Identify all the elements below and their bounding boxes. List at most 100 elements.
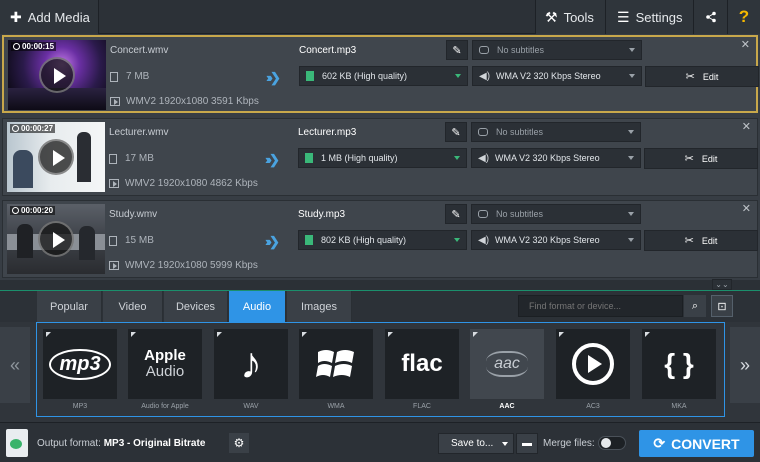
source-size: 17 MB (109, 153, 154, 164)
media-item-lecturer[interactable]: 00:00:27 Lecturer.wmv 17 MB WMV2 1920x10… (2, 118, 758, 196)
video-thumbnail[interactable]: 00:00:27 (7, 122, 105, 192)
save-to-dropdown[interactable]: Save to... (438, 433, 514, 454)
format-mka[interactable]: { } MKA (642, 329, 716, 417)
output-size-dropdown[interactable]: 602 KB (High quality) (299, 66, 468, 86)
video-thumbnail[interactable]: 00:00:20 (7, 204, 105, 274)
source-info: WMV2 1920x1080 4862 Kbps (109, 178, 258, 189)
audio-track-dropdown[interactable]: ◀) WMA V2 320 Kbps Stereo (471, 230, 641, 250)
share-icon (705, 11, 716, 23)
tab-audio[interactable]: Audio (229, 291, 286, 323)
device-search-icon: ⊡ (717, 300, 727, 313)
pencil-icon: ✎ (451, 208, 461, 221)
chevron-down-icon (628, 238, 634, 242)
double-chevron-down-icon: ⌄⌄ (715, 280, 729, 289)
chevron-down-icon (455, 74, 461, 78)
curly-braces-icon: { } (642, 329, 716, 399)
format-mp3[interactable]: mp3 MP3 (43, 329, 117, 417)
video-thumbnail[interactable]: 00:00:15 (8, 40, 106, 110)
folder-icon: ▬ (522, 438, 532, 449)
settings-button[interactable]: ☰ Settings (605, 0, 693, 34)
tab-devices[interactable]: Devices (164, 291, 228, 323)
tab-popular[interactable]: Popular (37, 291, 102, 323)
flac-icon: flac (385, 329, 459, 399)
help-button[interactable]: ? (727, 0, 760, 34)
edit-button[interactable]: ✂ Edit (645, 66, 759, 87)
format-wma[interactable]: WMA (299, 329, 373, 417)
scissors-icon: ✂ (685, 71, 695, 83)
output-filename[interactable]: Study.mp3 (298, 209, 345, 220)
tools-label: Tools (563, 9, 594, 25)
tab-video[interactable]: Video (103, 291, 163, 323)
play-button[interactable] (38, 221, 74, 257)
file-size-icon (306, 71, 314, 81)
format-audio-for-apple[interactable]: Apple Audio Audio for Apple (128, 329, 202, 417)
plus-icon: ✚ (10, 8, 22, 25)
chevron-down-icon (628, 156, 634, 160)
subtitles-icon (478, 128, 488, 136)
audio-track-dropdown[interactable]: ◀) WMA V2 320 Kbps Stereo (471, 148, 641, 168)
rename-button[interactable]: ✎ (446, 40, 468, 60)
scroll-right-button[interactable]: » (730, 327, 760, 403)
collapse-panel-button[interactable]: ⌄⌄ (712, 279, 732, 290)
output-format-label: Output format: (37, 438, 101, 449)
format-search-input[interactable] (518, 295, 683, 317)
output-filename[interactable]: Lecturer.mp3 (298, 127, 356, 138)
share-button[interactable] (693, 0, 727, 34)
output-size-dropdown[interactable]: 1 MB (High quality) (298, 148, 467, 168)
chevron-down-icon (454, 238, 460, 242)
play-button[interactable] (39, 57, 75, 93)
format-category-bar: Popular Video Devices Audio Images ⌕ ⊡ (0, 290, 760, 323)
open-folder-button[interactable]: ▬ (516, 433, 538, 454)
detect-device-button[interactable]: ⊡ (711, 295, 733, 317)
source-size: 7 MB (110, 71, 149, 82)
format-ac3[interactable]: AC3 (556, 329, 630, 417)
format-label: MKA (671, 403, 687, 410)
format-aac[interactable]: aac AAC (470, 329, 544, 417)
output-format: Output format: MP3 - Original Bitrate (37, 438, 205, 449)
source-info: WMV2 1920x1080 3591 Kbps (110, 96, 259, 107)
format-panel: mp3 MP3 Apple Audio Audio for Apple ♪ WAV… (36, 322, 725, 417)
tools-button[interactable]: ⚒ Tools (535, 0, 605, 34)
convert-button[interactable]: ⟳ CONVERT (639, 430, 754, 457)
rename-button[interactable]: ✎ (445, 122, 467, 142)
bottom-bar: Output format: MP3 - Original Bitrate ⚙ … (0, 422, 760, 462)
scroll-left-button[interactable]: « (0, 327, 30, 403)
format-flac[interactable]: flac FLAC (385, 329, 459, 417)
subtitles-dropdown[interactable]: No subtitles (471, 204, 641, 224)
remove-item-button[interactable]: ✕ (742, 202, 751, 215)
file-size-icon (305, 153, 313, 163)
output-filename[interactable]: Concert.mp3 (299, 45, 356, 56)
remove-item-button[interactable]: ✕ (742, 120, 751, 133)
convert-arrows-icon: ›››❯ (265, 152, 280, 167)
video-icon (109, 261, 119, 270)
help-icon: ? (738, 7, 750, 26)
media-item-study[interactable]: 00:00:20 Study.wmv 15 MB WMV2 1920x1080 … (2, 200, 758, 278)
edit-button[interactable]: ✂ Edit (644, 148, 758, 169)
media-list: 00:00:15 Concert.wmv 7 MB WMV2 1920x1080… (0, 34, 760, 280)
output-size-dropdown[interactable]: 802 KB (High quality) (298, 230, 467, 250)
file-icon (109, 235, 117, 246)
source-filename: Study.wmv (109, 209, 158, 220)
subtitles-dropdown[interactable]: No subtitles (471, 122, 641, 142)
edit-button[interactable]: ✂ Edit (644, 230, 758, 251)
audio-track-dropdown[interactable]: ◀) WMA V2 320 Kbps Stereo (472, 66, 642, 86)
merge-files-toggle[interactable] (598, 436, 626, 450)
search-button[interactable]: ⌕ (684, 295, 706, 317)
file-icon (109, 153, 117, 164)
chevron-down-icon (628, 130, 634, 134)
chevron-right-icon: » (739, 354, 750, 375)
tab-images[interactable]: Images (287, 291, 352, 323)
remove-item-button[interactable]: ✕ (741, 38, 750, 51)
search-icon: ⌕ (691, 299, 699, 312)
settings-label: Settings (635, 9, 683, 25)
format-wav[interactable]: ♪ WAV (214, 329, 288, 417)
output-settings-button[interactable]: ⚙ (229, 433, 249, 453)
add-media-button[interactable]: ✚ Add Media (0, 0, 99, 34)
rename-button[interactable]: ✎ (445, 204, 467, 224)
aac-icon: aac (470, 329, 544, 399)
video-icon (109, 179, 119, 188)
chevron-down-icon (629, 48, 635, 52)
subtitles-dropdown[interactable]: No subtitles (472, 40, 642, 60)
play-button[interactable] (38, 139, 74, 175)
media-item-concert[interactable]: 00:00:15 Concert.wmv 7 MB WMV2 1920x1080… (2, 35, 759, 113)
